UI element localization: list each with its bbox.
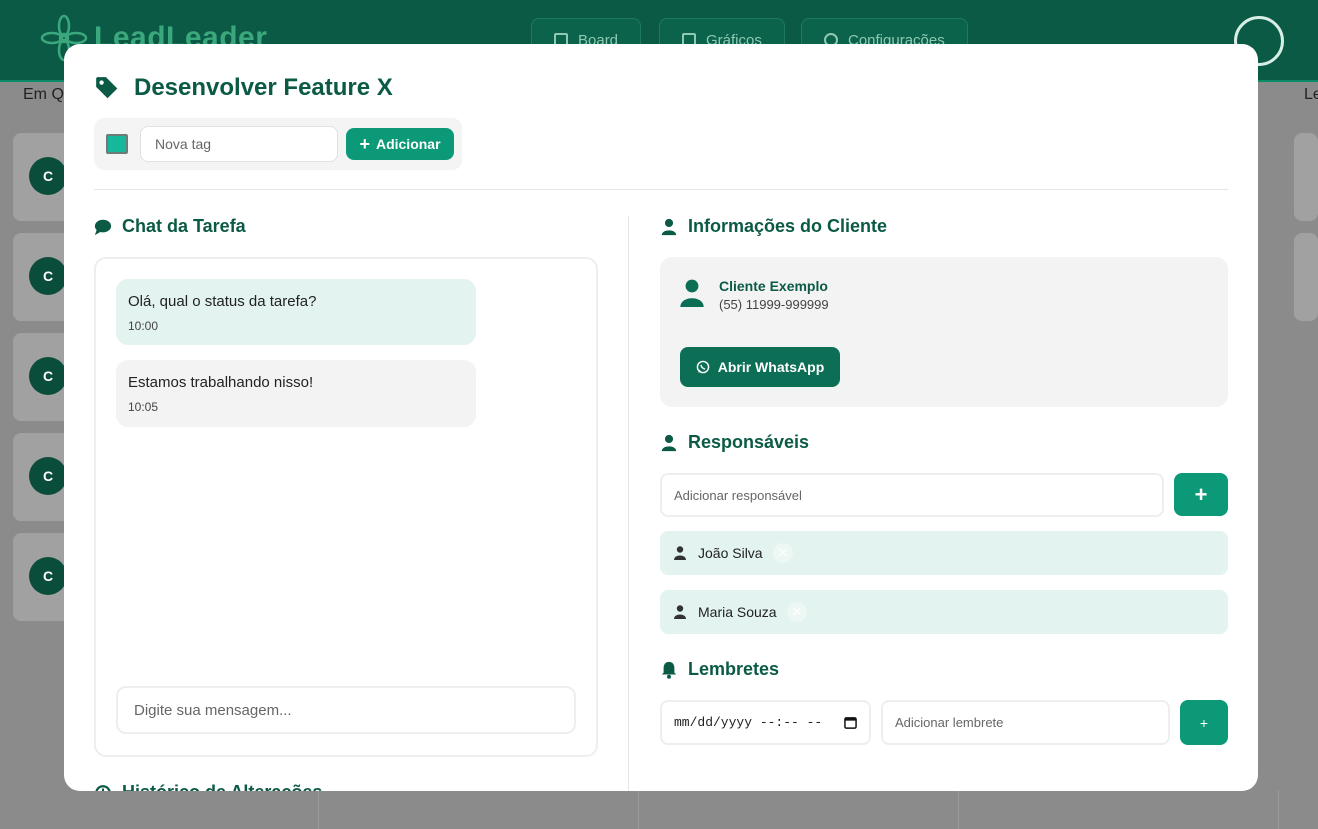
lembretes-title: Lembretes [688, 659, 780, 679]
column-title-left: Em Q [23, 86, 64, 103]
add-responsavel-button[interactable]: + [1174, 473, 1228, 516]
column-divider [638, 790, 639, 829]
message-time: 10:00 [128, 319, 159, 333]
column-divider [318, 790, 319, 829]
task-modal: Desenvolver Feature X + Adicionar Chat d… [64, 44, 1258, 791]
message-time: 10:05 [128, 400, 159, 414]
bell-icon [661, 661, 677, 679]
tag-icon [96, 77, 118, 99]
board-card[interactable] [1294, 233, 1318, 321]
card-avatar: C [29, 357, 67, 395]
history-section-title: Histórico de Alterações [94, 782, 322, 791]
lembretes-section-title: Lembretes [660, 659, 779, 680]
divider [94, 189, 1228, 190]
tag-color-picker[interactable] [106, 134, 128, 154]
client-card: Cliente Exemplo (55) 11999-999999 Abrir … [660, 257, 1228, 407]
card-avatar: C [29, 457, 67, 495]
history-icon [95, 784, 111, 791]
add-tag-button[interactable]: + Adicionar [346, 128, 454, 160]
chat-message: Olá, qual o status da tarefa? 10:00 [116, 279, 476, 345]
column-divider [958, 790, 959, 829]
user-icon [661, 434, 677, 451]
client-section-title: Informações do Cliente [660, 216, 887, 237]
user-icon [661, 218, 677, 235]
client-name: Cliente Exemplo [719, 278, 828, 294]
client-phone: (55) 11999-999999 [719, 297, 829, 312]
responsavel-item: João Silva ✕ [660, 531, 1228, 575]
column-divider [1278, 790, 1279, 829]
card-avatar: C [29, 157, 67, 195]
responsavel-item: Maria Souza ✕ [660, 590, 1228, 634]
responsaveis-section-title: Responsáveis [660, 432, 809, 453]
add-reminder-input[interactable] [881, 700, 1170, 745]
tag-editor: + Adicionar [94, 118, 462, 170]
chat-message: Estamos trabalhando nisso! 10:05 [116, 360, 476, 427]
person-icon [674, 605, 686, 619]
card-avatar: C [29, 257, 67, 295]
responsavel-name: Maria Souza [698, 604, 777, 620]
history-title: Histórico de Alterações [122, 782, 322, 791]
person-icon [674, 546, 686, 560]
chat-section-title: Chat da Tarefa [94, 216, 246, 237]
column-title-right: Le [1304, 86, 1318, 103]
chat-bubble-icon [94, 219, 112, 235]
column-divider [628, 216, 629, 791]
remove-responsavel-button[interactable]: ✕ [787, 602, 807, 622]
chat-title: Chat da Tarefa [122, 216, 246, 236]
remove-responsavel-button[interactable]: ✕ [773, 543, 793, 563]
chat-message-input[interactable] [116, 686, 576, 734]
add-tag-label: Adicionar [375, 136, 441, 152]
responsaveis-title: Responsáveis [688, 432, 810, 452]
modal-header: Desenvolver Feature X [94, 74, 393, 102]
message-text: Estamos trabalhando nisso! [128, 374, 314, 391]
card-avatar: C [29, 557, 67, 595]
modal-title: Desenvolver Feature X [134, 74, 393, 101]
client-user-icon [680, 279, 704, 307]
whatsapp-icon [696, 360, 710, 374]
chat-panel: Olá, qual o status da tarefa? 10:00 Esta… [94, 257, 598, 757]
add-reminder-button[interactable]: + [1180, 700, 1228, 745]
calendar-icon[interactable] [844, 716, 857, 729]
reminder-datetime-input[interactable]: mm/dd/yyyy --:-- -- [660, 700, 871, 745]
client-title: Informações do Cliente [688, 216, 888, 236]
whatsapp-label: Abrir WhatsApp [717, 359, 825, 375]
open-whatsapp-button[interactable]: Abrir WhatsApp [680, 347, 840, 387]
plus-icon: + [359, 134, 370, 154]
responsavel-name: João Silva [698, 545, 763, 561]
message-text: Olá, qual o status da tarefa? [128, 293, 317, 310]
board-card[interactable] [1294, 133, 1318, 221]
add-responsavel-input[interactable] [660, 473, 1164, 517]
new-tag-input[interactable] [140, 126, 338, 162]
datetime-placeholder: mm/dd/yyyy --:-- -- [674, 715, 823, 730]
